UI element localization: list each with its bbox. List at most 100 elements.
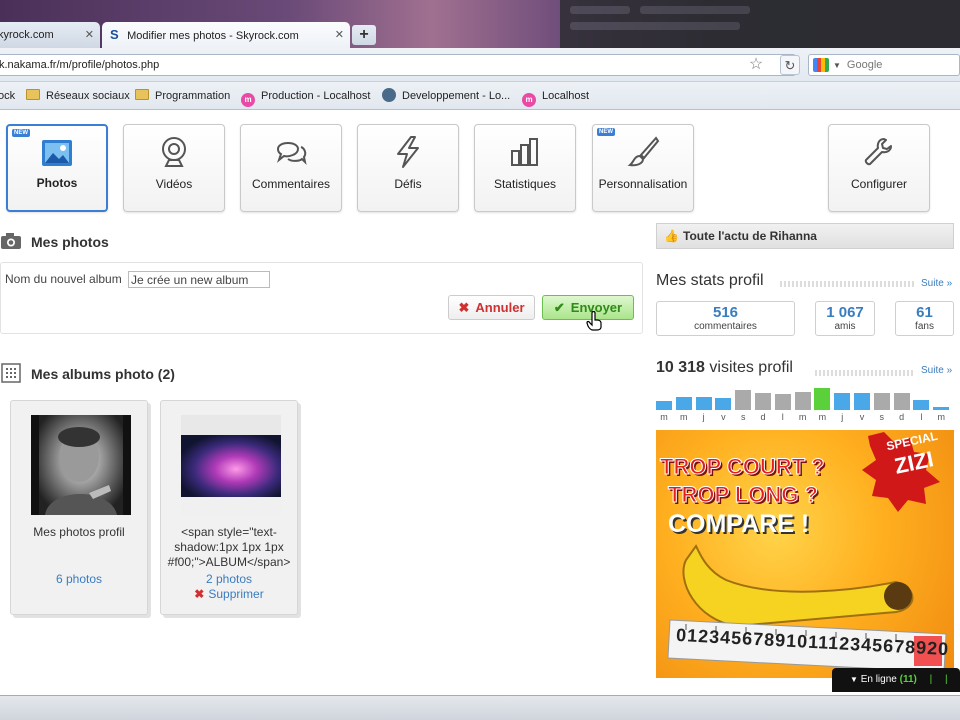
url-input[interactable]: k.nakama.fr/m/profile/photos.php bbox=[0, 54, 796, 76]
search-input[interactable]: ▼ Google bbox=[808, 54, 960, 76]
tab-skyrock[interactable]: kyrock.com ✕ bbox=[0, 22, 100, 48]
close-icon[interactable]: ✕ bbox=[85, 22, 94, 48]
online-chat-bar[interactable]: ▼ En ligne (11) | | bbox=[832, 668, 960, 692]
visit-bar bbox=[814, 388, 831, 410]
album-card[interactable]: Mes photos profil 6 photos bbox=[10, 400, 148, 615]
visit-bar bbox=[893, 393, 910, 410]
visits-label: visites profil bbox=[709, 359, 793, 376]
stat-comments[interactable]: 516 commentaires bbox=[656, 301, 795, 336]
day-label: v bbox=[721, 412, 726, 422]
visit-bar bbox=[873, 393, 890, 410]
nav-statistiques[interactable]: Statistiques bbox=[474, 124, 576, 212]
stat-label: fans bbox=[915, 321, 934, 332]
stat-value: 61 bbox=[916, 304, 933, 321]
nav-photos[interactable]: NEW Photos bbox=[6, 124, 108, 212]
nav-configurer[interactable]: Configurer bbox=[828, 124, 930, 212]
background-window bbox=[560, 0, 960, 48]
online-count: (11) bbox=[899, 674, 917, 685]
visit-bar bbox=[755, 393, 771, 410]
ad-line3: COMPARE ! bbox=[668, 510, 810, 538]
stat-fans[interactable]: 61 fans bbox=[895, 301, 954, 336]
album-photo-count[interactable]: 2 photos bbox=[161, 572, 297, 586]
visit-bar bbox=[715, 398, 732, 410]
background-window-bar bbox=[570, 22, 740, 30]
cancel-label: Annuler bbox=[475, 300, 525, 315]
new-tab-button[interactable]: + bbox=[352, 25, 376, 45]
thumbs-up-icon: 👍 bbox=[664, 229, 679, 243]
day-label: j bbox=[702, 412, 705, 422]
day-label: d bbox=[760, 412, 766, 422]
day-label: m bbox=[680, 412, 688, 422]
day-label: j bbox=[841, 412, 844, 422]
divider-icon: | bbox=[929, 674, 933, 685]
wrench-icon bbox=[864, 138, 892, 166]
reload-icon[interactable]: ↻ bbox=[780, 55, 800, 75]
delete-album-link[interactable]: ✖ Supprimer bbox=[161, 587, 297, 601]
album-card[interactable]: <span style="text-shadow:1px 1px 1px #f0… bbox=[160, 400, 298, 615]
stat-friends[interactable]: 1 067 amis bbox=[815, 301, 875, 336]
bookmark-folder-reseaux[interactable]: Réseaux sociaux bbox=[26, 82, 130, 110]
ad-line1: TROP COURT ? bbox=[660, 454, 826, 480]
tab-title: Modifier mes photos - Skyrock.com bbox=[127, 30, 299, 42]
delete-icon: ✖ bbox=[194, 587, 205, 601]
section-title: Mes albums photo (2) bbox=[31, 366, 175, 382]
stats-icon bbox=[511, 138, 538, 166]
day-label: m bbox=[818, 412, 827, 422]
nav-label: Commentaires bbox=[251, 177, 331, 191]
hand-cursor-icon bbox=[586, 311, 602, 331]
bookmark-developpement[interactable]: Developpement - Lo... bbox=[382, 82, 510, 110]
visit-bar bbox=[834, 393, 851, 410]
day-label: s bbox=[740, 412, 746, 422]
day-label: v bbox=[859, 412, 865, 422]
album-name-label: Nom du nouvel album bbox=[5, 272, 122, 286]
bookmark-label: Localhost bbox=[542, 90, 590, 102]
bookmark-star-icon[interactable]: ☆ bbox=[745, 54, 767, 76]
day-label: l bbox=[920, 412, 923, 422]
album-name[interactable]: <span style="text-shadow:1px 1px 1px #f0… bbox=[167, 525, 291, 569]
new-badge: NEW bbox=[597, 128, 615, 136]
day-label: m bbox=[660, 412, 668, 422]
album-photo-count[interactable]: 6 photos bbox=[11, 572, 147, 586]
album-name[interactable]: Mes photos profil bbox=[17, 525, 141, 540]
bookmarks-bar: ock Réseaux sociaux Programmation m Produ… bbox=[0, 82, 960, 110]
visits-suite-link[interactable]: Suite » bbox=[921, 365, 952, 376]
visit-bar bbox=[695, 397, 712, 410]
m-icon: m bbox=[241, 93, 255, 107]
nav-commentaires[interactable]: Commentaires bbox=[240, 124, 342, 212]
tab-modifier-photos[interactable]: S Modifier mes photos - Skyrock.com ✕ bbox=[102, 22, 350, 48]
background-window-bar bbox=[570, 6, 630, 14]
folder-icon bbox=[26, 89, 40, 100]
bookmark-localhost[interactable]: m Localhost bbox=[522, 82, 589, 110]
bookmark-item[interactable]: ock bbox=[0, 82, 15, 110]
cancel-button[interactable]: ✖ Annuler bbox=[448, 295, 535, 320]
visit-bar bbox=[656, 401, 672, 410]
online-label: En ligne bbox=[860, 674, 897, 685]
nav-label: Défis bbox=[394, 177, 422, 191]
lightning-icon bbox=[397, 136, 419, 168]
globe-icon bbox=[382, 88, 396, 102]
delete-label: Supprimer bbox=[208, 587, 264, 601]
stat-label: amis bbox=[834, 321, 856, 332]
nav-videos[interactable]: Vidéos bbox=[123, 124, 225, 212]
day-label: l bbox=[781, 412, 784, 422]
bookmark-label: Production - Localhost bbox=[261, 90, 371, 102]
visit-bar bbox=[675, 397, 692, 410]
visit-bar bbox=[933, 407, 950, 410]
bookmark-production[interactable]: m Production - Localhost bbox=[241, 82, 370, 110]
bookmark-folder-programmation[interactable]: Programmation bbox=[135, 82, 230, 110]
chevron-down-icon[interactable]: ▼ bbox=[833, 61, 841, 70]
advertisement[interactable]: SPECIAL ZIZI TROP COURT ? TROP LONG ? CO… bbox=[656, 430, 954, 678]
nav-label: Configurer bbox=[850, 177, 908, 191]
m-icon: m bbox=[522, 93, 536, 107]
status-bar bbox=[0, 695, 960, 720]
close-icon[interactable]: ✕ bbox=[335, 22, 344, 48]
url-text: k.nakama.fr/m/profile/photos.php bbox=[0, 59, 160, 71]
visits-count: 10 318 bbox=[656, 359, 705, 376]
album-name-input[interactable] bbox=[128, 271, 270, 288]
nav-defis[interactable]: Défis bbox=[357, 124, 459, 212]
visit-bar bbox=[735, 390, 752, 410]
nav-personnalisation[interactable]: NEW Personnalisation bbox=[592, 124, 694, 212]
stats-suite-link[interactable]: Suite » bbox=[921, 278, 952, 289]
dotted-divider bbox=[780, 281, 915, 287]
actu-rihanna-link[interactable]: 👍 Toute l'actu de Rihanna bbox=[656, 223, 954, 249]
